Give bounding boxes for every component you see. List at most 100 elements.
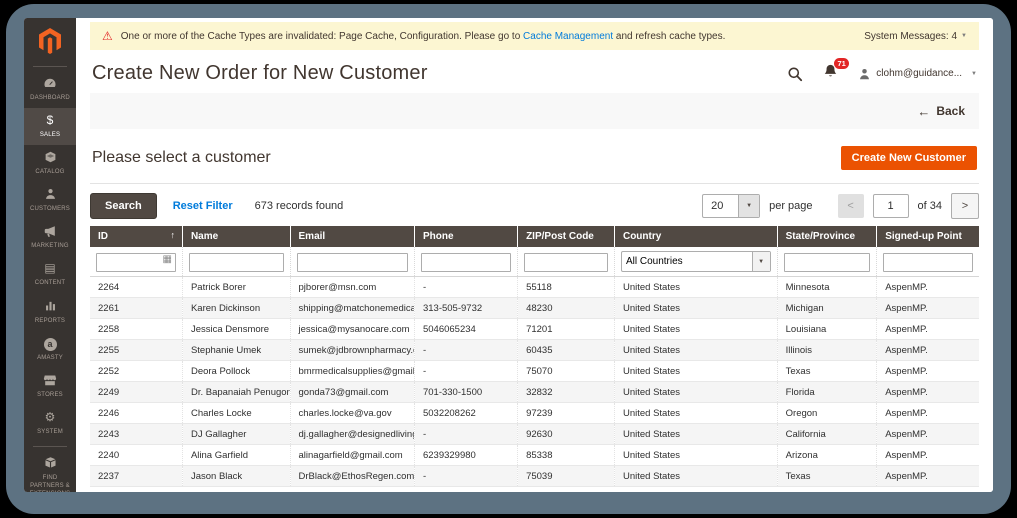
system-icon: ⚙ <box>44 409 56 424</box>
total-pages-label: of 34 <box>917 200 942 212</box>
table-row[interactable]: 2237 Jason Black DrBlack@EthosRegen.com -75… <box>90 465 979 487</box>
column-header-phone[interactable]: Phone <box>413 226 518 247</box>
current-page-input[interactable] <box>872 194 909 218</box>
cell-signup: AspenMP. <box>876 318 979 340</box>
back-button[interactable]: ← Back <box>917 104 965 119</box>
per-page-value: 20 <box>711 200 724 212</box>
cell-email: DrBlack@EthosRegen.com <box>290 465 415 487</box>
sidebar-item-amasty[interactable]: a AMASTY <box>24 331 76 368</box>
dashboard-icon <box>26 76 74 91</box>
notifications-button[interactable]: 71 <box>823 58 850 84</box>
column-header-signup[interactable]: Signed-up Point <box>876 226 979 247</box>
table-row[interactable]: 2264 Patrick Borer pjborer@msn.com -55118 Un… <box>90 276 979 298</box>
cell-id: 2258 <box>90 318 183 340</box>
table-row[interactable]: 2240 Alina Garfield alinagarfield@gmail.co… <box>90 444 979 466</box>
cell-phone: 313-505-9732 <box>414 297 519 319</box>
per-page-select[interactable]: 20 ▼ <box>702 194 761 218</box>
column-header-id[interactable]: ID ↑ <box>90 226 183 247</box>
table-row[interactable]: 2243 DJ Gallagher dj.gallagher@designedliv… <box>90 423 979 445</box>
grid-toolbar: Search Reset Filter 673 records found 20… <box>90 193 979 219</box>
account-menu[interactable]: clohm@guidance... ▼ <box>858 67 977 81</box>
reset-filter-link[interactable]: Reset Filter <box>173 200 233 212</box>
cell-zip: 32832 <box>517 381 615 403</box>
cell-name: Stephanie Umek <box>182 339 291 361</box>
cell-id: 2246 <box>90 402 183 424</box>
name-filter-input[interactable] <box>188 252 284 272</box>
cell-signup: AspenMP. <box>876 423 979 445</box>
page-header: Create New Order for New Customer 71 clo… <box>92 58 977 85</box>
cell-signup: AspenMP. <box>876 465 979 487</box>
sidebar-item-find_partners[interactable]: FIND PARTNERS & EXTENSIONS <box>24 451 76 492</box>
zip-filter-input[interactable] <box>524 252 608 272</box>
email-filter-input[interactable] <box>296 252 408 272</box>
table-filter-row: ▦ All Countries ▼ <box>90 247 979 277</box>
table-row[interactable]: 2255 Stephanie Umek sumek@jdbrownpharmacy.… <box>90 339 979 361</box>
cell-name: Alina Garfield <box>182 444 291 466</box>
cell-email: dj.gallagher@designedliving.net <box>290 423 415 445</box>
state-filter-input[interactable] <box>783 252 871 272</box>
cell-signup: AspenMP. <box>876 297 979 319</box>
sidebar-item-reports[interactable]: REPORTS <box>24 294 76 331</box>
create-new-customer-button[interactable]: Create New Customer <box>840 146 977 170</box>
sidebar-item-catalog[interactable]: CATALOG <box>24 145 76 182</box>
sidebar-item-dashboard[interactable]: DASHBOARD <box>24 71 76 108</box>
cell-name: Jason Black <box>182 465 291 487</box>
magento-logo[interactable] <box>24 18 76 62</box>
country-filter-select[interactable]: All Countries ▼ <box>620 251 771 272</box>
sidebar-item-stores[interactable]: STORES <box>24 368 76 405</box>
table-row[interactable]: 2261 Karen Dickinson shipping@matchonemedi… <box>90 297 979 319</box>
sidebar-divider <box>33 66 67 67</box>
cell-zip: 85338 <box>517 444 615 466</box>
cell-name: Patrick Borer <box>182 276 291 298</box>
system-messages-toggle[interactable]: System Messages: 4 ▼ <box>864 31 967 42</box>
cell-name: Dr. Bapanaiah Penugonda <box>182 381 291 403</box>
cell-country: United States <box>614 360 778 382</box>
cell-zip: 55118 <box>517 276 615 298</box>
search-button[interactable]: Search <box>90 193 157 219</box>
chevron-down-icon: ▼ <box>971 70 977 77</box>
next-page-button[interactable]: > <box>951 193 979 219</box>
cell-signup: AspenMP. <box>876 276 979 298</box>
account-label: clohm@guidance... <box>876 68 963 79</box>
sidebar-item-marketing[interactable]: MARKETING <box>24 219 76 256</box>
table-row[interactable]: 2258 Jessica Densmore jessica@mysanocare.c… <box>90 318 979 340</box>
cell-country: United States <box>614 465 778 487</box>
previous-page-button[interactable]: < <box>837 194 864 218</box>
customer-grid: ID ↑ Name Email Phone ZIP/Post Code Country Sta… <box>90 226 979 487</box>
cell-country: United States <box>614 339 778 361</box>
phone-filter-input[interactable] <box>420 252 512 272</box>
cell-phone: - <box>414 339 519 361</box>
chevron-down-icon: ▼ <box>961 32 967 39</box>
column-header-email[interactable]: Email <box>289 226 415 247</box>
back-label: Back <box>936 104 965 118</box>
header-actions: 71 clohm@guidance... ▼ <box>787 58 977 84</box>
column-header-state[interactable]: State/Province <box>776 226 877 247</box>
sidebar-item-label: REPORTS <box>34 317 66 324</box>
column-header-zip[interactable]: ZIP/Post Code <box>517 226 615 247</box>
cell-zip: 48230 <box>517 297 615 319</box>
search-icon[interactable] <box>787 66 803 82</box>
cell-email: sumek@jdbrownpharmacy.com <box>290 339 415 361</box>
table-row[interactable]: 2252 Deora Pollock bmrmedicalsupplies@gmai… <box>90 360 979 382</box>
column-header-country[interactable]: Country <box>613 226 778 247</box>
cell-id: 2264 <box>90 276 183 298</box>
id-range-grid-icon[interactable]: ▦ <box>163 254 172 265</box>
cell-phone: 5032208262 <box>414 402 519 424</box>
sidebar-item-system[interactable]: ⚙ SYSTEM <box>24 405 76 442</box>
sidebar-item-content[interactable]: ▤ CONTENT <box>24 256 76 293</box>
marketing-icon <box>26 224 74 239</box>
table-row[interactable]: 2246 Charles Locke charles.locke@va.gov 503… <box>90 402 979 424</box>
notice-prefix: One or more of the Cache Types are inval… <box>120 30 524 42</box>
table-row[interactable]: 2249Dr. Bapanaiah Penugondagonda73@gmail… <box>90 381 979 403</box>
sidebar-item-customers[interactable]: CUSTOMERS <box>24 182 76 219</box>
column-header-name[interactable]: Name <box>181 226 291 247</box>
signup-filter-input[interactable] <box>883 252 973 272</box>
per-page-label: per page <box>769 200 813 212</box>
sidebar-item-sales[interactable]: $ SALES <box>24 108 76 146</box>
cell-state: Arizona <box>777 444 878 466</box>
cache-management-link[interactable]: Cache Management <box>523 31 613 42</box>
cell-signup: AspenMP. <box>876 339 979 361</box>
sidebar-item-label: MARKETING <box>31 243 69 250</box>
cell-email: charles.locke@va.gov <box>290 402 415 424</box>
cell-zip: 92630 <box>517 423 615 445</box>
